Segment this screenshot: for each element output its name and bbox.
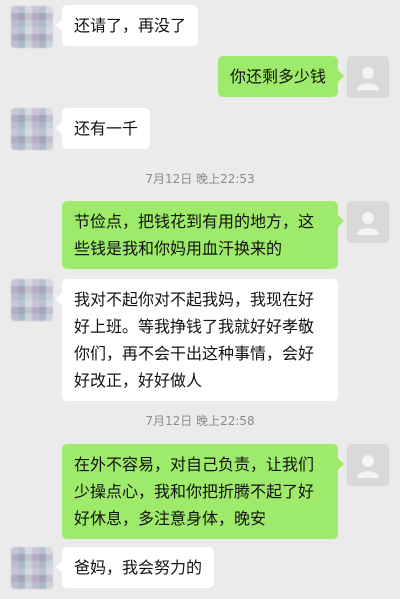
self-avatar[interactable] xyxy=(347,56,389,98)
chat-timestamp: 7月12日 晚上22:53 xyxy=(145,172,255,186)
contact-avatar[interactable] xyxy=(11,279,53,321)
message-bubble[interactable]: 还请了，再没了 xyxy=(55,5,199,46)
message-bubble[interactable]: 节俭点，把钱花到有用的地方，这些钱是我和你妈用血汗换来的 xyxy=(62,201,344,269)
message-bubble[interactable]: 在外不容易，对自己负责，让我们少操点心，我和你把折腾不起了好好休息，多注意身体，… xyxy=(62,444,344,539)
person-silhouette-icon xyxy=(357,67,379,90)
message-bubble[interactable]: 爸妈，我会努力的 xyxy=(55,547,215,588)
self-avatar[interactable] xyxy=(347,444,389,486)
message-bubble[interactable]: 还有一千 xyxy=(55,108,151,149)
contact-avatar[interactable] xyxy=(11,547,53,589)
contact-avatar[interactable] xyxy=(11,108,53,150)
self-avatar[interactable] xyxy=(347,201,389,243)
person-silhouette-icon xyxy=(357,455,379,478)
contact-avatar[interactable] xyxy=(11,6,53,48)
chat-timestamp: 7月12日 晚上22:58 xyxy=(145,414,255,428)
person-silhouette-icon xyxy=(357,212,379,235)
message-bubble[interactable]: 你还剩多少钱 xyxy=(217,56,345,97)
message-bubble[interactable]: 我对不起你对不起我妈，我现在好好上班。等我挣钱了我就好好孝敬你们，再不会干出这种… xyxy=(56,279,338,401)
